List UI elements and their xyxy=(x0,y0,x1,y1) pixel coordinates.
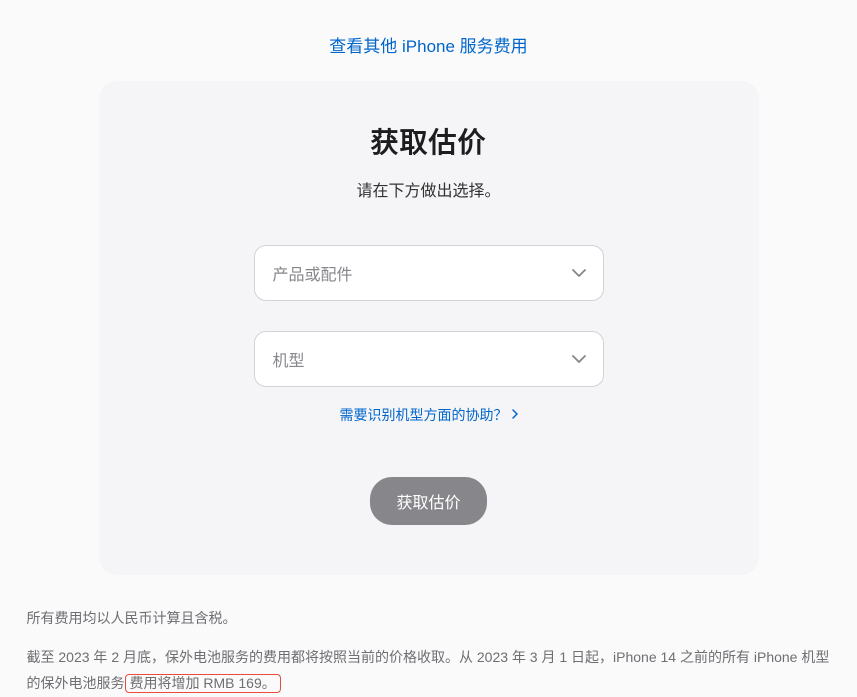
product-select[interactable]: 产品或配件 xyxy=(254,245,604,301)
product-select-wrapper: 产品或配件 xyxy=(254,245,604,301)
estimate-card: 获取估价 请在下方做出选择。 产品或配件 机型 需要识别机型方面的协助？ 获取估… xyxy=(99,81,759,575)
footer-tax-note: 所有费用均以人民币计算且含税。 xyxy=(27,605,831,632)
help-link-label: 需要识别机型方面的协助？ xyxy=(340,405,508,425)
card-subtitle: 请在下方做出选择。 xyxy=(149,177,709,201)
model-select[interactable]: 机型 xyxy=(254,331,604,387)
card-title: 获取估价 xyxy=(149,121,709,161)
footer-note: 所有费用均以人民币计算且含税。 截至 2023 年 2 月底，保外电池服务的费用… xyxy=(19,605,839,697)
price-increase-highlight: 费用将增加 RMB 169。 xyxy=(125,674,281,693)
model-select-placeholder: 机型 xyxy=(273,347,305,371)
identify-model-help-link[interactable]: 需要识别机型方面的协助？ xyxy=(340,405,518,425)
footer-price-note: 截至 2023 年 2 月底，保外电池服务的费用都将按照当前的价格收取。从 20… xyxy=(27,644,831,697)
chevron-right-icon xyxy=(512,408,518,422)
product-select-placeholder: 产品或配件 xyxy=(273,261,353,285)
model-select-wrapper: 机型 xyxy=(254,331,604,387)
get-estimate-button[interactable]: 获取估价 xyxy=(370,477,486,525)
other-service-fees-link[interactable]: 查看其他 iPhone 服务费用 xyxy=(329,37,527,56)
